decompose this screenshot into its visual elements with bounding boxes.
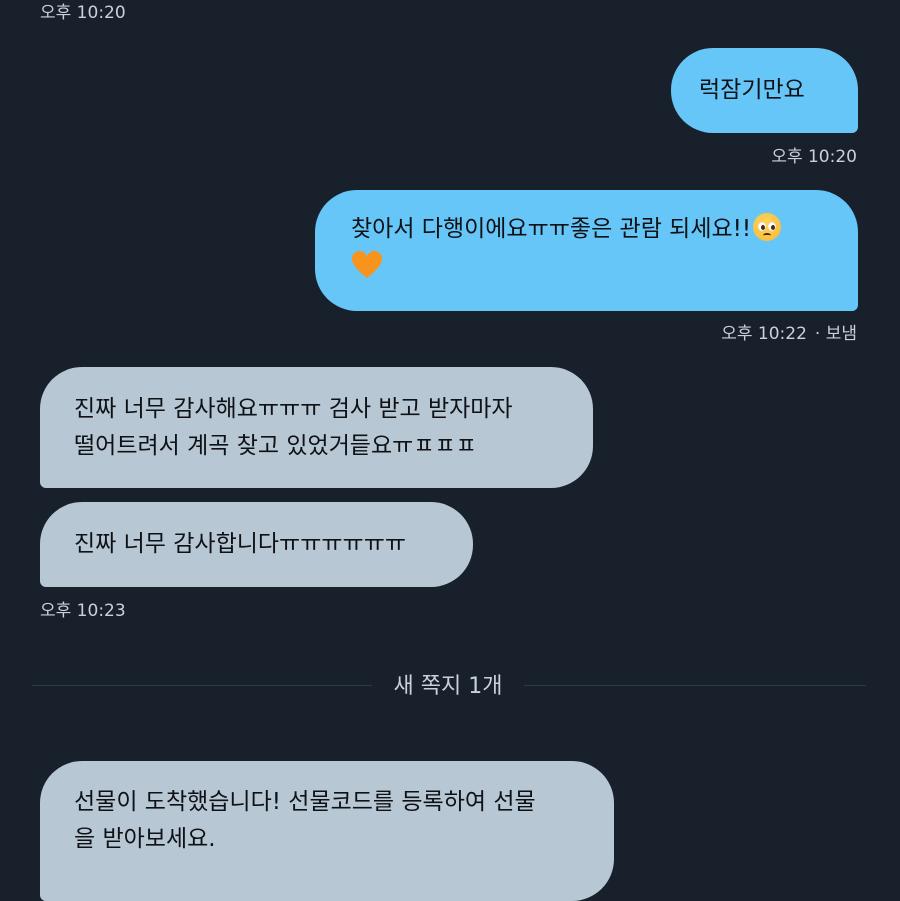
pleading-face-icon xyxy=(753,213,782,241)
incoming-message-bubble[interactable]: 진짜 너무 감사합니다ㅠㅠㅠㅠㅠㅠ xyxy=(40,502,473,587)
timestamp: 오후 10:23 xyxy=(40,601,126,621)
divider-line-right xyxy=(524,685,866,686)
incoming-message-bubble[interactable]: 선물이 도착했습니다! 선물코드를 등록하여 선물 을 받아보세요. xyxy=(40,761,614,901)
message-text: 선물이 도착했습니다! 선물코드를 등록하여 선물 을 받아보세요. xyxy=(74,789,536,852)
message-meta: 오후 10:22 · 보냄 xyxy=(721,319,857,344)
divider-line-left xyxy=(32,685,372,686)
message-text: 럭잠기만요 xyxy=(699,77,805,103)
new-messages-divider-label: 새 쪽지 1개 xyxy=(393,674,503,699)
outgoing-message-bubble[interactable]: 럭잠기만요 xyxy=(671,48,858,133)
timestamp: 오후 10:22 xyxy=(721,324,807,344)
message-text: 진짜 너무 감사합니다ㅠㅠㅠㅠㅠㅠ xyxy=(74,531,407,557)
timestamp: 오후 10:20 xyxy=(771,147,857,167)
incoming-message-bubble[interactable]: 진짜 너무 감사해요ㅠㅠㅠ 검사 받고 받자마자 떨어트려서 계곡 찾고 있었거… xyxy=(40,367,593,488)
sent-status: · 보냄 xyxy=(814,324,857,344)
message-text: 진짜 너무 감사해요ㅠㅠㅠ 검사 받고 받자마자 떨어트려서 계곡 찾고 있었거… xyxy=(74,395,513,459)
timestamp: 오후 10:20 xyxy=(40,3,126,23)
message-text: 찾아서 다행이에요ㅠㅠ좋은 관람 되세요!! xyxy=(351,216,752,242)
orange-heart-icon xyxy=(352,251,382,278)
outgoing-message-bubble[interactable]: 찾아서 다행이에요ㅠㅠ좋은 관람 되세요!! xyxy=(315,190,858,311)
